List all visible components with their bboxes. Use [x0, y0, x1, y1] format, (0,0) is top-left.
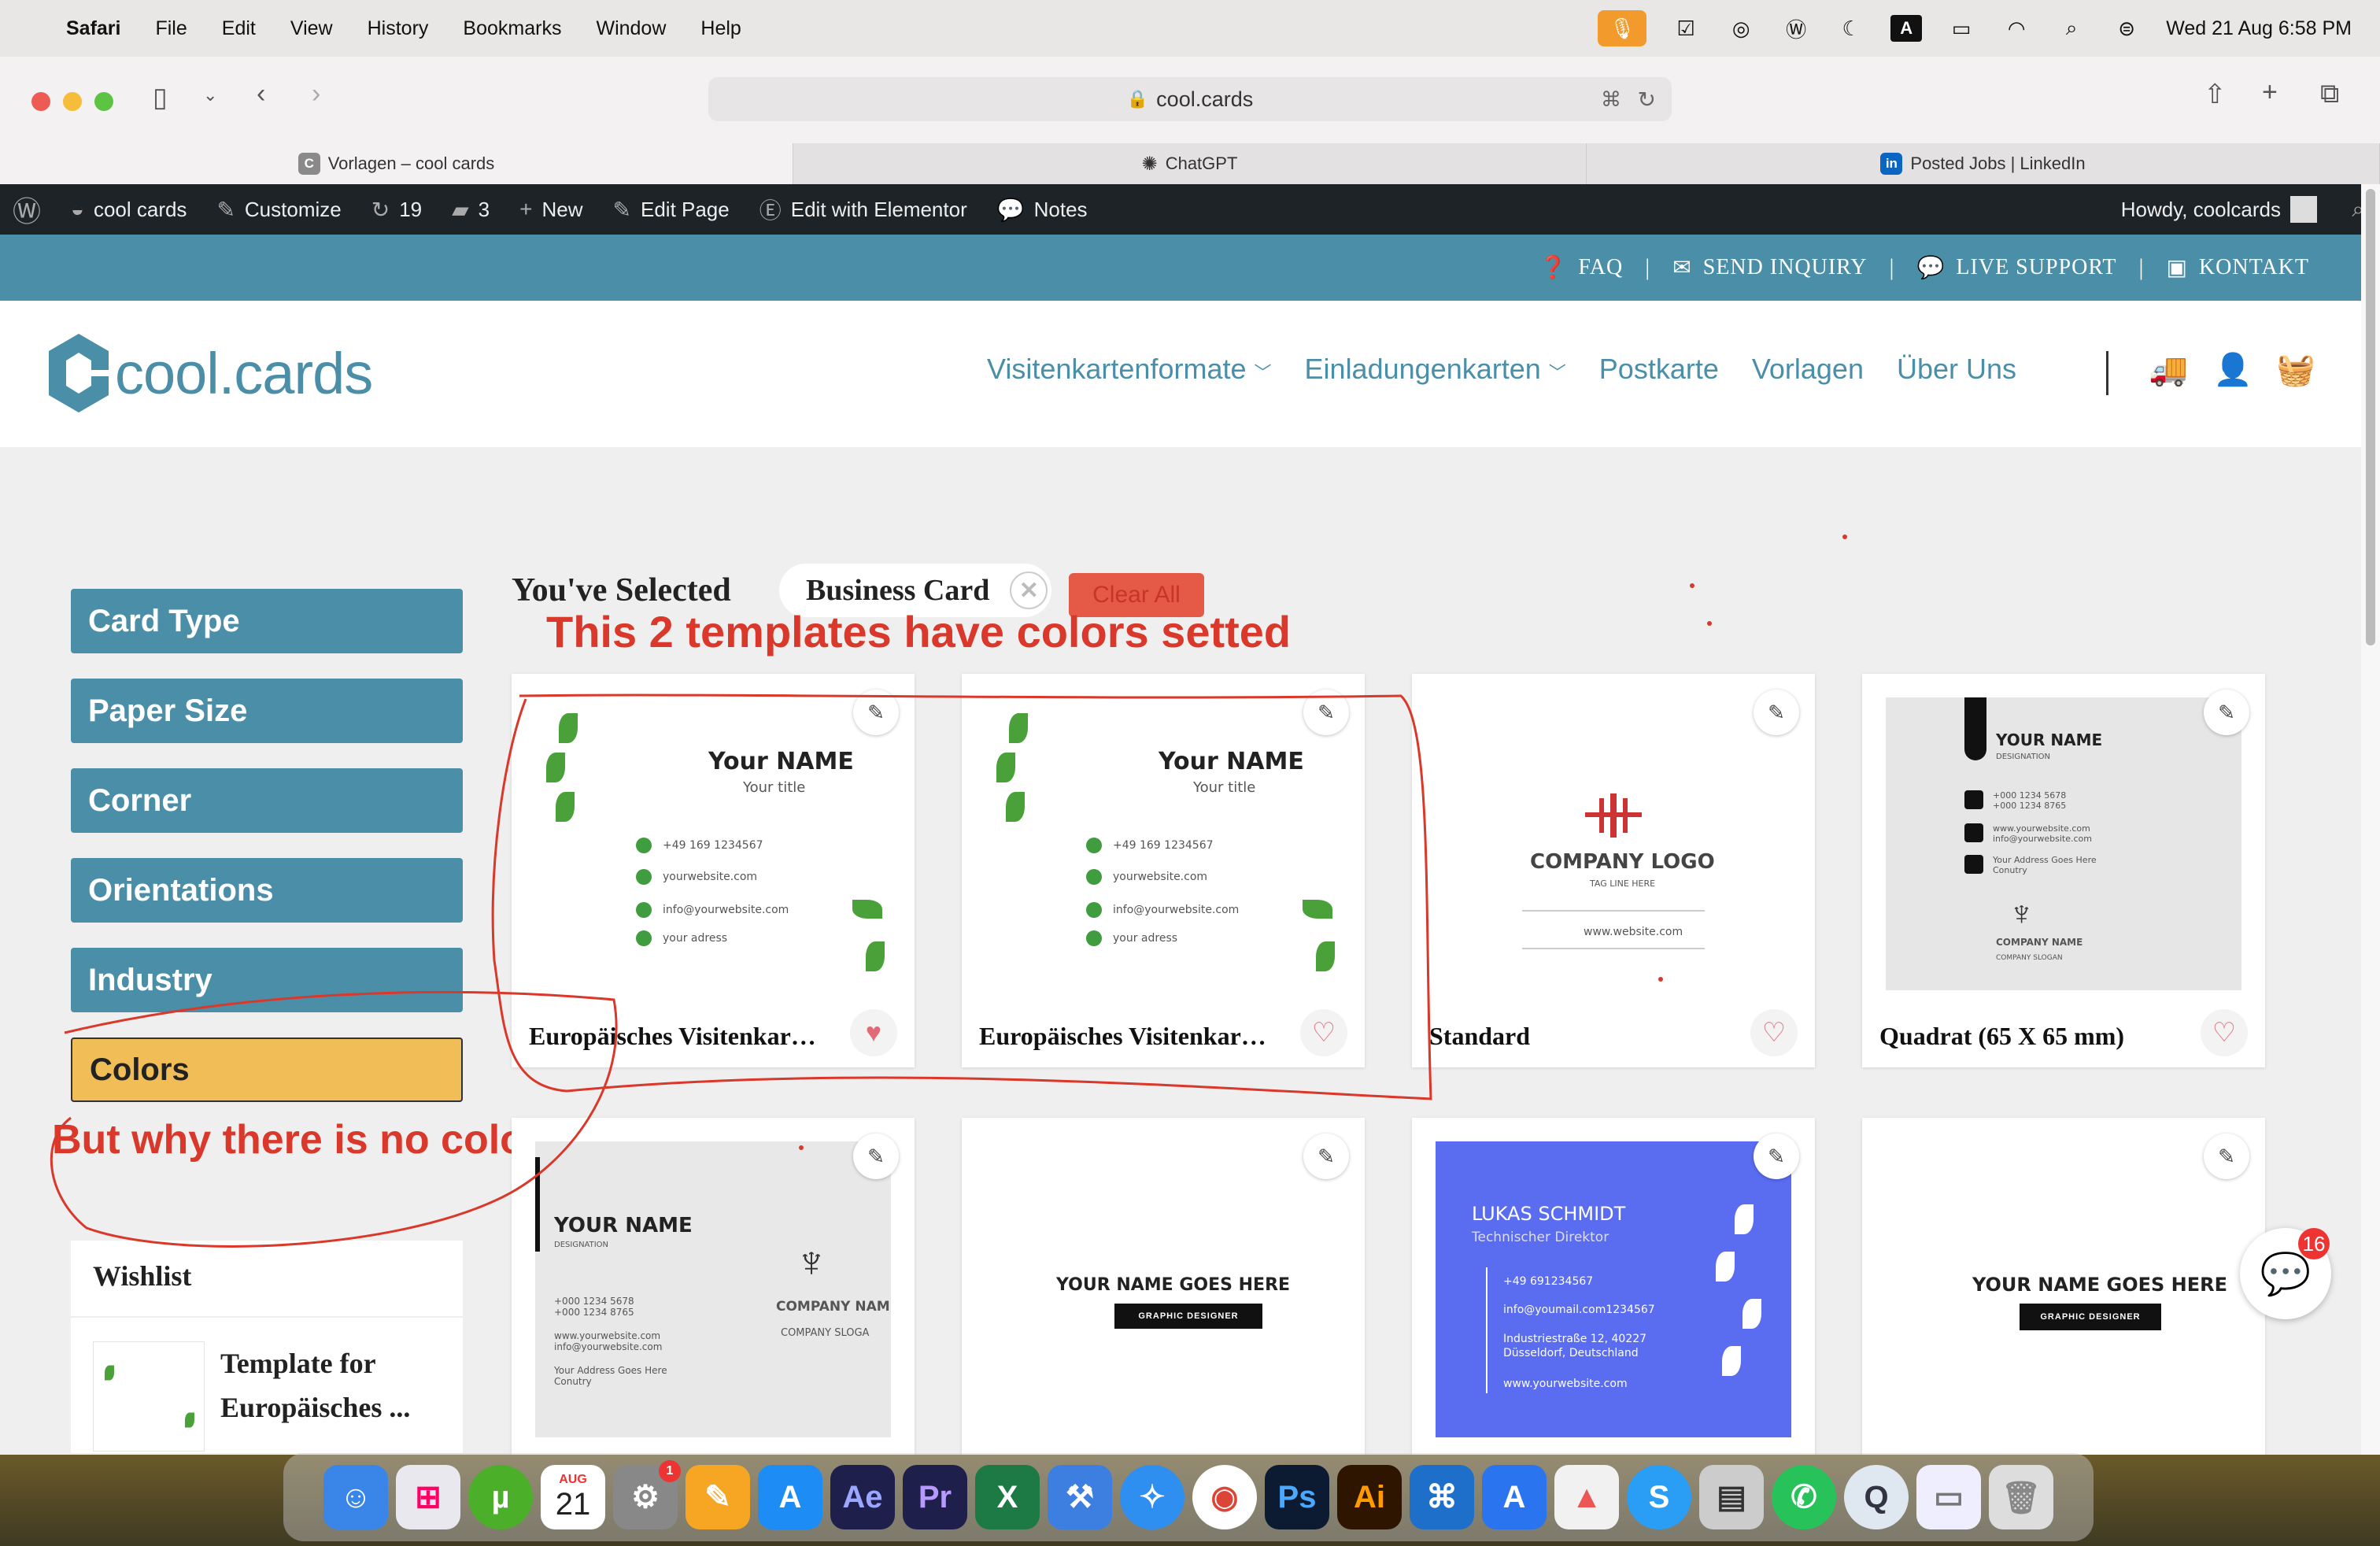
excel-icon[interactable]: X [975, 1465, 1040, 1529]
launchpad-icon[interactable]: ⊞ [396, 1465, 460, 1529]
after-effects-icon[interactable]: Ae [830, 1465, 895, 1529]
preview-icon[interactable]: ▤ [1699, 1465, 1764, 1529]
illustrator-icon[interactable]: Ai [1337, 1465, 1402, 1529]
quicktime-icon[interactable]: Q [1844, 1465, 1909, 1529]
finder-icon[interactable]: ☺ [323, 1465, 388, 1529]
system-settings-icon[interactable]: ⚙ 1 [613, 1460, 681, 1529]
safari-icon[interactable]: ✧ [1120, 1465, 1184, 1529]
premiere-icon[interactable]: Pr [903, 1465, 967, 1529]
utorrent-icon[interactable]: µ [468, 1465, 533, 1529]
skype-icon[interactable]: S [1627, 1465, 1691, 1529]
trash-icon[interactable]: 🗑 [1989, 1465, 2053, 1529]
calendar-icon[interactable]: AUG 21 [541, 1465, 605, 1529]
app-store-icon[interactable]: A [758, 1465, 822, 1529]
xcode-icon[interactable]: ⚒ [1048, 1465, 1112, 1529]
dock: ☺ ⊞ µ AUG 21 ⚙ 1 ✎ A Ae Pr X ⚒ ✧ ◉ Ps Ai ⌘… [283, 1453, 2094, 1541]
downloads-stack-icon[interactable]: ▭ [1916, 1465, 1981, 1529]
scrollbar-thumb[interactable] [2366, 189, 2375, 645]
pages-icon[interactable]: ✎ [686, 1465, 750, 1529]
matlab-icon[interactable]: ▲ [1554, 1465, 1619, 1529]
photoshop-icon[interactable]: Ps [1265, 1465, 1329, 1529]
whatsapp-icon[interactable]: ✆ [1772, 1465, 1836, 1529]
annotation-drawing [50, 534, 1847, 1248]
chat-bubble-icon: 💬 [2260, 1251, 2312, 1297]
chrome-icon[interactable]: ◉ [1192, 1465, 1257, 1529]
vscode-icon[interactable]: ⌘ [1410, 1465, 1474, 1529]
chat-badge: 16 [2298, 1228, 2330, 1259]
simulator-icon[interactable]: A [1482, 1465, 1547, 1529]
